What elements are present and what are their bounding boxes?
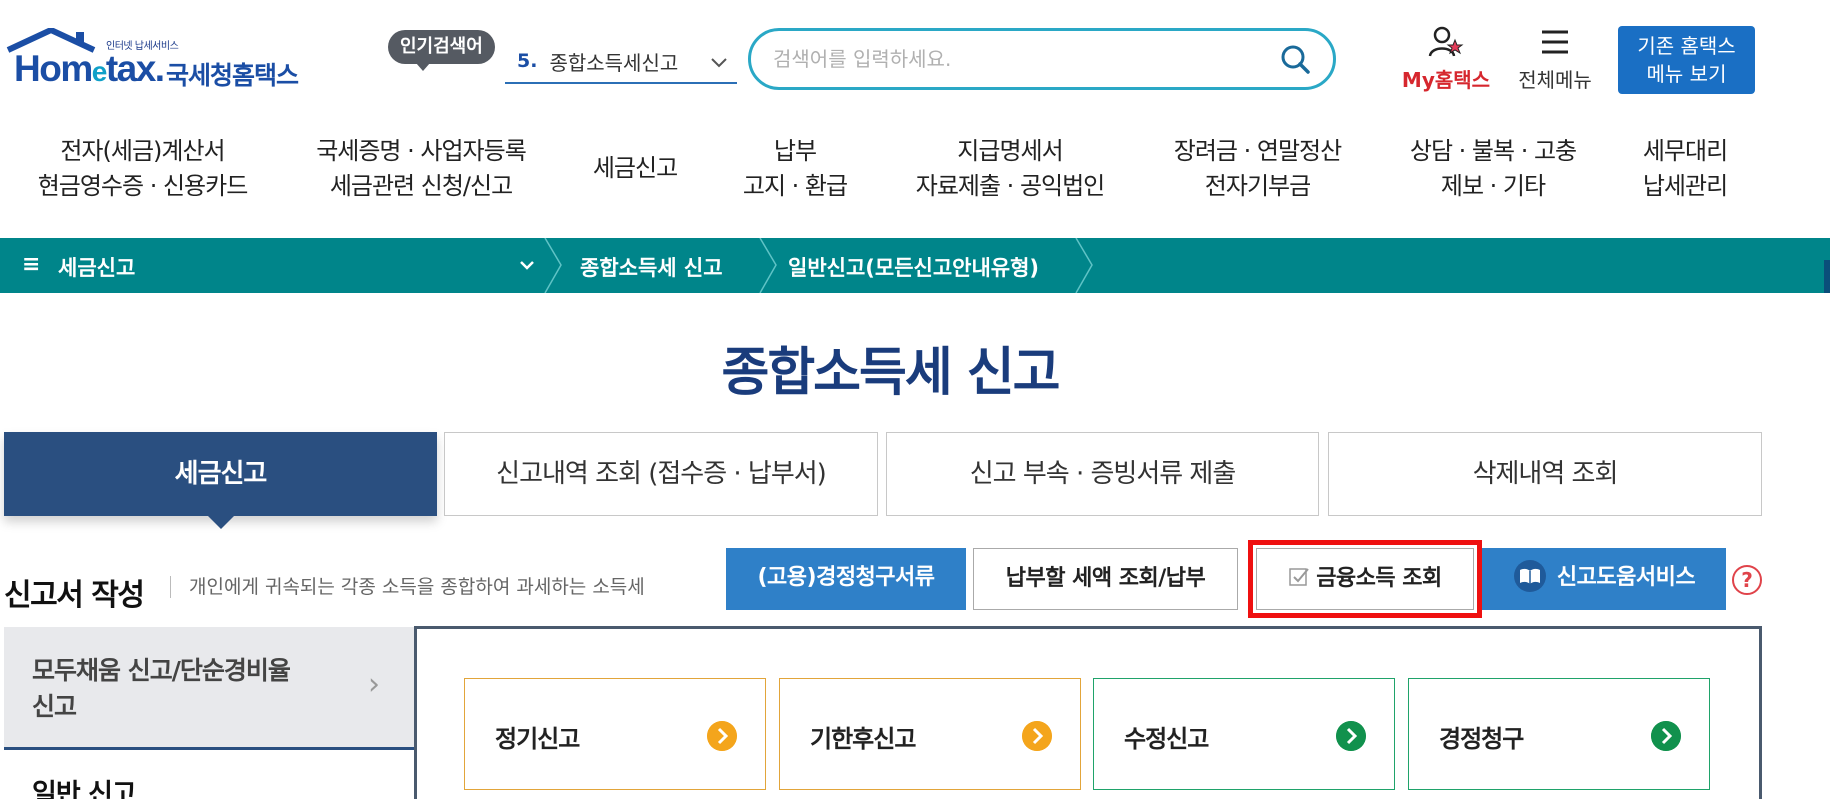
gnb-item-incentive[interactable]: 장려금 · 연말정산 전자기부금 bbox=[1165, 134, 1350, 204]
breadcrumb-item-general-filing[interactable]: 일반신고(모든신고안내유형) bbox=[788, 252, 1039, 282]
gnb-item-tax-filing[interactable]: 세금신고 bbox=[580, 151, 690, 186]
left-nav-item-general[interactable]: 일반 신고 bbox=[4, 747, 416, 799]
page-title: 종합소득세 신고 bbox=[721, 343, 1061, 403]
card-label: 정기신고 bbox=[495, 725, 580, 753]
gnb-item-invoice[interactable]: 전자(세금)계산서 현금영수증 · 신용카드 bbox=[30, 134, 255, 204]
gnb-item-line2: 납세관리 bbox=[1642, 172, 1728, 200]
card-label: 경정청구 bbox=[1439, 725, 1524, 753]
breadcrumb: ≡ 세금신고 종합소득세 신고 일반신고(모든신고안내유형) bbox=[0, 238, 1830, 293]
gnb-item-line1: 세무대리 bbox=[1642, 137, 1728, 165]
book-icon bbox=[1513, 560, 1546, 592]
breadcrumb-item-income-tax[interactable]: 종합소득세 신고 bbox=[580, 252, 723, 282]
breadcrumb-item-tax-filing[interactable]: 세금신고 bbox=[58, 252, 135, 282]
tab-deleted-history[interactable]: 삭제내역 조회 bbox=[1328, 432, 1762, 516]
card-label: 기한후신고 bbox=[810, 725, 916, 753]
tab-filing-history[interactable]: 신고내역 조회 (접수증 · 납부서) bbox=[444, 432, 878, 516]
search-box bbox=[748, 28, 1336, 90]
search-icon[interactable] bbox=[1279, 43, 1311, 75]
tab-tax-filing[interactable]: 세금신고 bbox=[4, 432, 437, 529]
old-hometax-button[interactable]: 기존 홈택스 메뉴 보기 bbox=[1618, 26, 1755, 94]
arrow-right-circle-icon bbox=[1651, 721, 1681, 751]
gnb-item-consult[interactable]: 상담 · 불복 · 고충 제보 · 기타 bbox=[1398, 134, 1588, 204]
gnb-item-line2: 세금관련 신청/신고 bbox=[329, 172, 513, 200]
section-description: 개인에게 귀속되는 각종 소득을 종합하여 과세하는 소득세 bbox=[170, 576, 645, 598]
popular-rank: 5. bbox=[517, 50, 538, 72]
arrow-right-circle-icon bbox=[707, 721, 737, 751]
popular-search-badge: 인기검색어 bbox=[388, 30, 495, 71]
menu-icon[interactable]: ≡ bbox=[22, 252, 40, 277]
chevron-down-icon bbox=[711, 58, 727, 68]
hamburger-icon bbox=[1542, 30, 1568, 54]
left-nav-label: 일반 신고 bbox=[32, 779, 137, 799]
user-star-icon bbox=[1428, 26, 1464, 57]
search-input[interactable] bbox=[773, 43, 1243, 75]
help-service-button[interactable]: 신고도움서비스 bbox=[1482, 548, 1726, 610]
gnb-item-line1: 상담 · 불복 · 고충 bbox=[1409, 137, 1577, 165]
logo-brand: Hometax. bbox=[14, 48, 165, 89]
logo-brand-korean: 국세청홈택스 bbox=[166, 61, 299, 90]
all-menu-label: 전체메뉴 bbox=[1518, 68, 1592, 92]
scroll-indicator bbox=[1824, 260, 1830, 293]
breadcrumb-separator bbox=[544, 238, 562, 293]
section-title: 신고서 작성 bbox=[4, 578, 145, 613]
chevron-right-icon: › bbox=[368, 667, 380, 702]
claim-docs-button[interactable]: (고용)경정청구서류 bbox=[726, 548, 966, 610]
breadcrumb-separator bbox=[1075, 238, 1093, 293]
gnb-item-line1: 지급명세서 bbox=[957, 137, 1063, 165]
gnb-item-line2: 제보 · 기타 bbox=[1440, 172, 1546, 200]
global-nav: 전자(세금)계산서 현금영수증 · 신용카드 국세증명 · 사업자등록 세금관련… bbox=[0, 134, 1830, 214]
gnb-item-line2: 자료제출 · 공익법인 bbox=[915, 172, 1106, 200]
card-amended-filing[interactable]: 수정신고 bbox=[1093, 678, 1395, 790]
old-hometax-line1: 기존 홈택스 bbox=[1637, 34, 1736, 58]
gnb-item-line1: 국세증명 · 사업자등록 bbox=[316, 137, 527, 165]
tab-attachments[interactable]: 신고 부속 · 증빙서류 제출 bbox=[886, 432, 1319, 516]
my-hometax-button[interactable]: My홈택스 bbox=[1398, 26, 1494, 93]
popular-keyword: 종합소득세신고 bbox=[549, 50, 679, 75]
arrow-right-circle-icon bbox=[1022, 721, 1052, 751]
all-menu-button[interactable]: 전체메뉴 bbox=[1512, 26, 1598, 93]
help-service-label: 신고도움서비스 bbox=[1556, 565, 1696, 590]
popular-keyword-select[interactable]: 5. 종합소득세신고 bbox=[505, 40, 737, 84]
help-question-icon[interactable]: ? bbox=[1732, 565, 1762, 595]
card-correction-claim[interactable]: 경정청구 bbox=[1408, 678, 1710, 790]
pay-tax-button[interactable]: 납부할 세액 조회/납부 bbox=[973, 548, 1238, 610]
breadcrumb-separator bbox=[759, 238, 777, 293]
gnb-item-line1: 장려금 · 연말정산 bbox=[1173, 137, 1342, 165]
my-hometax-label: My홈택스 bbox=[1401, 68, 1491, 92]
gnb-item-line2: 고지 · 환급 bbox=[742, 172, 848, 200]
old-hometax-line2: 메뉴 보기 bbox=[1646, 62, 1727, 86]
gnb-item-line2: 현금영수증 · 신용카드 bbox=[37, 172, 249, 200]
left-nav-item-prefilled[interactable]: 모두채움 신고/단순경비율 신고 › bbox=[4, 627, 416, 747]
highlight-box bbox=[1248, 540, 1482, 618]
gnb-item-line1: 납부 bbox=[773, 137, 817, 165]
gnb-item-line1: 세금신고 bbox=[592, 154, 678, 182]
chevron-down-icon[interactable] bbox=[518, 256, 536, 274]
gnb-item-line1: 전자(세금)계산서 bbox=[60, 137, 225, 165]
gnb-item-statement[interactable]: 지급명세서 자료제출 · 공익법인 bbox=[905, 134, 1115, 204]
header: 인터넷 납세서비스 Hometax. 국세청홈택스 인기검색어 5. 종합소득세… bbox=[0, 0, 1830, 115]
arrow-right-circle-icon bbox=[1336, 721, 1366, 751]
card-late-filing[interactable]: 기한후신고 bbox=[779, 678, 1081, 790]
gnb-item-agent[interactable]: 세무대리 납세관리 bbox=[1630, 134, 1740, 204]
gnb-item-certificate[interactable]: 국세증명 · 사업자등록 세금관련 신청/신고 bbox=[306, 134, 536, 204]
hometax-logo[interactable]: 인터넷 납세서비스 Hometax. 국세청홈택스 bbox=[6, 28, 306, 90]
card-regular-filing[interactable]: 정기신고 bbox=[464, 678, 766, 790]
left-nav-label: 모두채움 신고/단순경비율 신고 bbox=[32, 656, 291, 721]
card-label: 수정신고 bbox=[1124, 725, 1209, 753]
gnb-item-line2: 전자기부금 bbox=[1204, 172, 1311, 200]
gnb-item-payment[interactable]: 납부 고지 · 환급 bbox=[730, 134, 860, 204]
